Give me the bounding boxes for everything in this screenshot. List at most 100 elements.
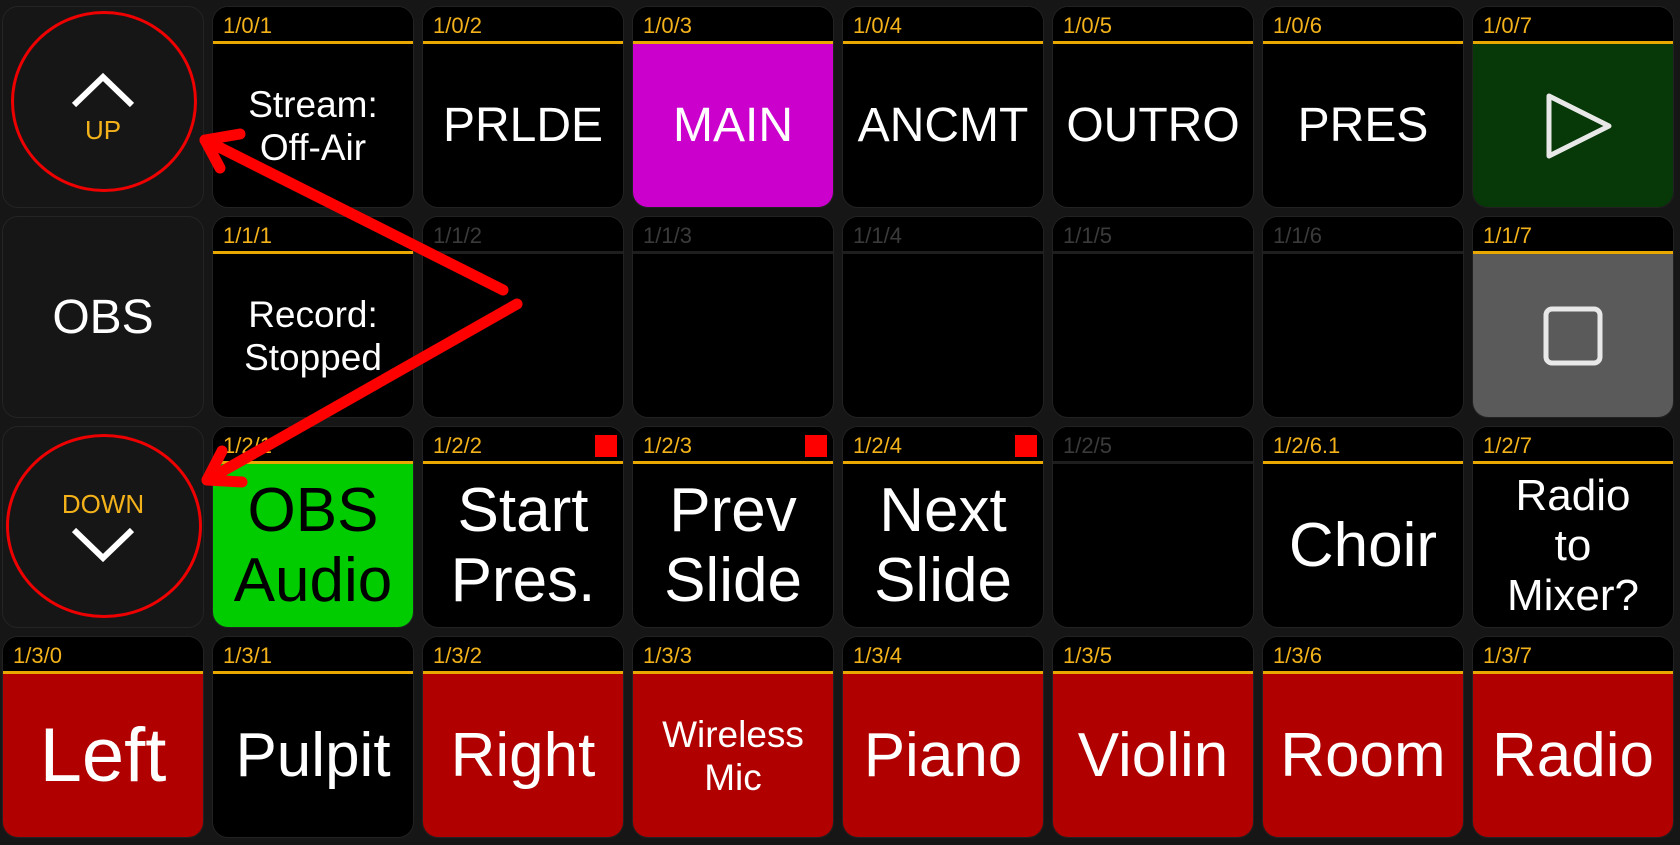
button-text-line: MAIN [673,99,793,152]
button-text-line: Radio [1492,721,1654,790]
choir-button[interactable]: 1/2/6.1 Choir [1262,426,1464,628]
button-id-label: 1/2/2 [433,433,482,458]
scene-presentation-button[interactable]: 1/0/6 PRES [1262,6,1464,208]
scene-announcement-button[interactable]: 1/0/4 ANCMT [842,6,1044,208]
button-text-line: Prev [669,475,797,545]
chevron-up-icon [71,72,135,107]
button-text-line: Next [879,475,1007,545]
play-icon [1546,93,1612,158]
button-id-label: 1/1/1 [223,223,272,248]
previous-slide-button[interactable]: 1/2/3 Prev Slide [632,426,834,628]
empty-button[interactable]: 1/2/5 [1052,426,1254,628]
button-id-label: 1/3/2 [433,643,482,668]
button-id-label: 1/2/3 [643,433,692,458]
stream-status-button[interactable]: 1/0/1 Stream: Off-Air [212,6,414,208]
button-text-line: OUTRO [1066,99,1240,152]
start-presentation-button[interactable]: 1/2/2 Start Pres. [422,426,624,628]
button-text-line: Right [450,721,596,790]
button-id-label: 1/3/0 [13,643,62,668]
page-title: OBS [2,216,204,418]
record-status-button[interactable]: 1/1/1 Record: Stopped [212,216,414,418]
empty-button[interactable]: 1/1/6 [1262,216,1464,418]
status-indicator [805,435,827,457]
page-up-button[interactable]: UP [2,6,204,208]
page-down-button[interactable]: DOWN [2,426,204,628]
button-id-label: 1/2/6.1 [1273,433,1341,458]
scene-main-button[interactable]: 1/0/3 MAIN [632,6,834,208]
status-indicator [595,435,617,457]
button-id-label: 1/0/3 [643,13,692,38]
button-text-line: Choir [1288,511,1438,580]
mic-left-button[interactable]: 1/3/0 Left [2,636,204,838]
button-text-line: Left [39,713,167,798]
button-id-label: 1/3/5 [1063,643,1112,668]
button-id-label: 1/1/3 [643,223,692,248]
stop-icon [1543,306,1603,365]
button-id-label: 1/0/5 [1063,13,1112,38]
page-down-label: DOWN [61,488,145,519]
empty-button[interactable]: 1/1/4 [842,216,1044,418]
empty-button[interactable]: 1/1/2 [422,216,624,418]
button-id-label: 1/1/2 [433,223,482,248]
button-text-line: OBS [247,475,379,545]
mic-room-button[interactable]: 1/3/6 Room [1262,636,1464,838]
button-text-line: Stopped [244,336,382,378]
button-id-label: 1/1/7 [1483,223,1532,248]
button-text-line: Stream: [248,83,378,125]
button-id-label: 1/1/6 [1273,223,1322,248]
page-up-label: UP [84,114,122,145]
status-indicator [1015,435,1037,457]
button-text-line: Start [457,475,589,545]
button-text-line: Mixer? [1506,570,1640,620]
button-text-line: to [1554,520,1592,570]
button-id-label: 1/0/4 [853,13,902,38]
obs-audio-button[interactable]: 1/2/1 OBS Audio [212,426,414,628]
button-text-line: Mic [704,756,762,798]
button-grid: UP 1/0/1 Stream: Off-Air 1/0/2 PRLDE 1/0/… [2,6,1674,838]
mic-wireless-button[interactable]: 1/3/3 Wireless Mic [632,636,834,838]
button-id-label: 1/2/5 [1063,433,1112,458]
button-text-line: Record: [248,293,378,335]
button-id-label: 1/3/6 [1273,643,1322,668]
scene-outro-button[interactable]: 1/0/5 OUTRO [1052,6,1254,208]
mic-right-button[interactable]: 1/3/2 Right [422,636,624,838]
button-id-label: 1/3/4 [853,643,902,668]
button-text-line: Slide [874,545,1012,615]
start-stream-button[interactable]: 1/0/7 [1472,6,1674,208]
mic-violin-button[interactable]: 1/3/5 Violin [1052,636,1254,838]
button-id-label: 1/3/1 [223,643,272,668]
mic-radio-button[interactable]: 1/3/7 Radio [1472,636,1674,838]
button-text-line: ANCMT [857,99,1029,152]
mic-piano-button[interactable]: 1/3/4 Piano [842,636,1044,838]
next-slide-button[interactable]: 1/2/4 Next Slide [842,426,1044,628]
button-text-line: Off-Air [259,126,367,168]
scene-prelude-button[interactable]: 1/0/2 PRLDE [422,6,624,208]
button-id-label: 1/3/7 [1483,643,1532,668]
button-text-line: Piano [863,721,1023,790]
button-id-label: 1/1/5 [1063,223,1112,248]
button-text-line: PRES [1297,99,1429,152]
button-id-label: 1/2/7 [1483,433,1532,458]
button-text-line: Violin [1077,721,1229,790]
button-id-label: 1/0/6 [1273,13,1322,38]
button-id-label: 1/0/1 [223,13,272,38]
empty-button[interactable]: 1/1/3 [632,216,834,418]
radio-to-mixer-button[interactable]: 1/2/7 Radio to Mixer? [1472,426,1674,628]
button-text-line: Pres. [450,545,596,615]
button-text-line: Slide [664,545,802,615]
page-title-text: OBS [52,290,154,344]
button-id-label: 1/1/4 [853,223,902,248]
stop-stream-button[interactable]: 1/1/7 [1472,216,1674,418]
mic-pulpit-button[interactable]: 1/3/1 Pulpit [212,636,414,838]
button-id-label: 1/0/7 [1483,13,1532,38]
button-text-line: Radio [1515,470,1631,520]
button-id-label: 1/3/3 [643,643,692,668]
button-text-line: Room [1280,721,1446,790]
empty-button[interactable]: 1/1/5 [1052,216,1254,418]
button-text-line: Audio [233,545,393,615]
button-text-line: Pulpit [235,721,391,790]
button-text-line: PRLDE [442,99,604,152]
button-id-label: 1/0/2 [433,13,482,38]
button-text-line: Wireless [662,713,804,755]
button-id-label: 1/2/1 [223,433,272,458]
